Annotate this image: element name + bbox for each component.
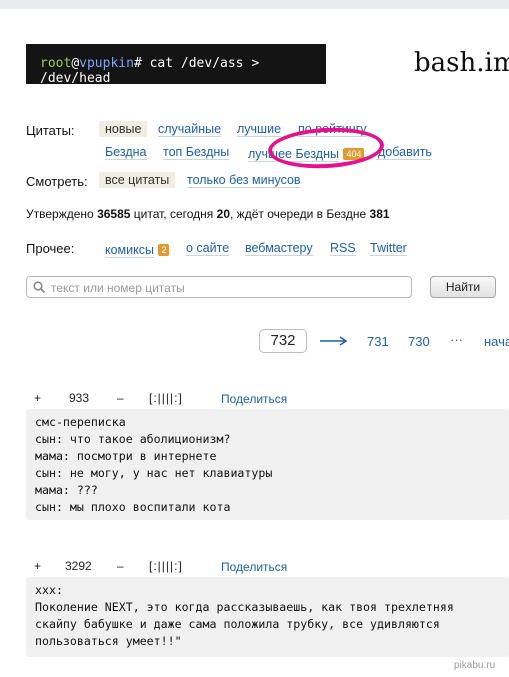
pager-current: 732 (259, 329, 307, 353)
quote-2-body: xxx: Поколение NEXT, это когда рассказыв… (26, 577, 509, 657)
nav-webmaster[interactable]: вебмастеру (245, 241, 313, 256)
terminal-at: @ (71, 56, 80, 71)
highlight-circle (267, 124, 385, 172)
stats-approved-count: 36585 (97, 207, 131, 221)
quote-1-body: смс-переписка сын: что такое аболициониз… (26, 409, 509, 520)
search-input[interactable] (49, 279, 403, 297)
quote-2-share[interactable]: Поделиться (221, 560, 287, 574)
quote-2-bayan[interactable]: [:||||:] (149, 559, 183, 573)
view-no-minus[interactable]: только без минусов (187, 173, 301, 188)
quote-line: смс-переписка (35, 415, 126, 429)
stats-today-count: 20 (216, 207, 230, 221)
quote-2-plus[interactable]: + (34, 559, 41, 573)
quote-1-bayan[interactable]: [:||||:] (149, 391, 183, 405)
quote-line: сын: что такое аболиционизм? (35, 432, 231, 446)
stats-approved-label: Утверждено (26, 207, 94, 221)
pager-start[interactable]: начало (484, 334, 509, 349)
nav-rss[interactable]: RSS (330, 241, 356, 256)
quotes-nav-label: Цитаты: (26, 123, 75, 138)
top-strip (0, 0, 509, 9)
quote-1-plus[interactable]: + (34, 391, 41, 405)
pager-page-730[interactable]: 730 (408, 334, 430, 349)
nav-best[interactable]: лучшие (237, 122, 282, 137)
quote-line: мама: ??? (35, 483, 98, 497)
nav-abyss-top[interactable]: топ Бездны (163, 145, 230, 160)
other-label: Прочее: (26, 241, 75, 256)
terminal-user: root (40, 56, 72, 71)
search-icon (33, 281, 46, 294)
nav-comics-label: комиксы (105, 243, 154, 258)
stats-queue-label: , ждёт очереди в Бездне (230, 207, 367, 221)
quote-1-minus[interactable]: – (117, 391, 124, 405)
quote-2-minus[interactable]: – (117, 559, 124, 573)
quote-line: сын: не могу, у нас нет клавиатуры (35, 466, 273, 480)
nav-twitter[interactable]: Twitter (370, 241, 407, 256)
find-button[interactable]: Найти (430, 276, 496, 298)
view-all[interactable]: все цитаты (99, 172, 176, 188)
nav-random[interactable]: случайные (158, 122, 222, 137)
pager-ellipsis: ··· (450, 332, 463, 347)
nav-about[interactable]: о сайте (186, 241, 230, 256)
quote-line: пользоваться умеет!!" (35, 634, 182, 648)
stats-today-label: цитат, сегодня (133, 207, 214, 221)
quote-line: Поколение NEXT, это когда рассказываешь,… (35, 600, 454, 614)
stats-queue-count: 381 (369, 207, 390, 221)
comics-badge: 2 (158, 244, 170, 256)
watermark: pikabu.ru (454, 660, 496, 671)
quote-line: скайпу бабушке и даже сама положила труб… (35, 617, 440, 631)
search-box[interactable] (26, 276, 412, 298)
quote-1-rating: 933 (69, 391, 90, 405)
quote-line: xxx: (35, 583, 63, 597)
nav-add[interactable]: добавить (376, 145, 432, 160)
arrow-right-icon[interactable] (320, 336, 348, 346)
terminal-logo[interactable]: root@vpupkin# cat /dev/ass > /dev/head (26, 44, 326, 86)
terminal-host: vpupkin (79, 56, 134, 71)
stats-line: Утверждено 36585 цитат, сегодня 20, ждёт… (26, 207, 390, 221)
quote-1-share[interactable]: Поделиться (221, 392, 287, 406)
view-label: Смотреть: (26, 174, 88, 189)
nav-comics[interactable]: комиксы 2 (105, 241, 170, 259)
quote-line: сын: мы плохо воспитали кота (35, 500, 231, 514)
quote-line: мама: посмотри в интернете (35, 449, 217, 463)
nav-new[interactable]: новые (99, 121, 148, 137)
site-name[interactable]: bash.im (414, 48, 509, 78)
quote-2-rating: 3292 (65, 559, 92, 573)
pager-page-731[interactable]: 731 (367, 334, 389, 349)
nav-abyss[interactable]: Бездна (105, 145, 147, 160)
